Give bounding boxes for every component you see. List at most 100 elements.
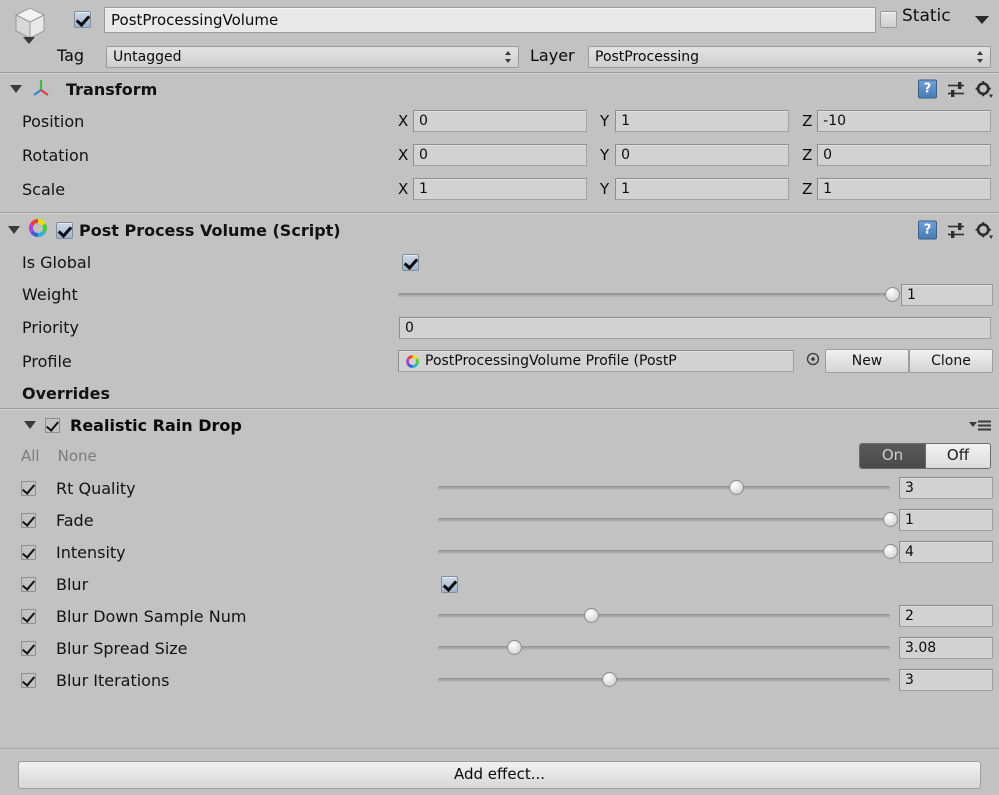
effect-menu-icon[interactable] [969, 419, 991, 432]
profile-picker-icon[interactable] [806, 352, 820, 370]
override-checkbox-intensity[interactable] [21, 544, 36, 560]
axis-z-label: Z [802, 146, 813, 164]
scale-x-input[interactable]: 1 [413, 178, 587, 200]
slider-intensity[interactable] [438, 543, 898, 561]
static-dropdown-arrow-icon[interactable] [975, 16, 989, 24]
static-label: Static [902, 6, 951, 26]
slider-knob[interactable] [507, 640, 523, 655]
profile-object-field[interactable]: PostProcessingVolume Profile (PostP [398, 350, 794, 372]
effect-foldout-triangle-icon[interactable] [24, 421, 36, 429]
slider-knob[interactable] [584, 608, 600, 623]
help-icon[interactable]: ? [918, 220, 937, 240]
gear-icon[interactable] [975, 80, 993, 98]
overrides-row: Overrides [0, 378, 999, 408]
slider-track [438, 614, 890, 618]
axis-z-label: Z [802, 180, 813, 198]
add-effect-button[interactable]: Add effect... [18, 761, 981, 789]
slider-knob[interactable] [602, 672, 618, 687]
priority-input[interactable]: 0 [399, 316, 991, 339]
override-checkbox-rt-quality[interactable] [21, 480, 36, 496]
scale-y-input[interactable]: 1 [615, 178, 789, 200]
chevron-updown-icon [977, 50, 984, 64]
profile-new-button[interactable]: New [825, 349, 909, 373]
none-button[interactable]: None [58, 447, 97, 465]
transform-header-icons: ? [918, 79, 993, 99]
profile-asset-icon [404, 353, 421, 370]
slider-knob[interactable] [882, 544, 898, 559]
value-checkbox-blur[interactable] [441, 575, 458, 593]
postprocess-component-header[interactable]: Post Process Volume (Script) ? [0, 214, 999, 246]
profile-value: PostProcessingVolume Profile (PostP [425, 352, 677, 369]
weight-slider-knob[interactable] [884, 286, 900, 302]
position-y-input[interactable]: 1 [615, 110, 789, 132]
value-input-blur-iterations[interactable]: 3 [899, 669, 993, 691]
gameobject-active-checkbox[interactable] [74, 11, 91, 28]
toggle-on-button[interactable]: On [860, 444, 925, 468]
rotation-z-input[interactable]: 0 [817, 144, 991, 166]
transform-component-header[interactable]: Transform ? [0, 74, 999, 104]
transform-foldout-triangle-icon[interactable] [10, 85, 22, 93]
override-checkbox-blur-down-sample-num[interactable] [21, 608, 36, 624]
preset-icon[interactable] [947, 80, 965, 98]
transform-scale-row: Scale X 1 Y 1 Z 1 [0, 172, 999, 206]
postprocess-title: Post Process Volume (Script) [79, 220, 341, 240]
all-button[interactable]: All [21, 447, 40, 465]
label-blur-down-sample-num: Blur Down Sample Num [56, 606, 247, 626]
slider-blur-iterations[interactable] [438, 671, 890, 689]
weight-input[interactable]: 1 [901, 283, 993, 306]
preset-icon[interactable] [947, 221, 965, 239]
tag-dropdown[interactable]: Untagged [106, 46, 519, 68]
position-label: Position [22, 111, 85, 131]
priority-label: Priority [22, 318, 79, 337]
profile-clone-button[interactable]: Clone [909, 349, 993, 373]
toggle-off-button[interactable]: Off [925, 444, 990, 468]
layer-dropdown[interactable]: PostProcessing [588, 46, 991, 68]
overrides-label: Overrides [22, 383, 110, 403]
slider-knob[interactable] [728, 480, 744, 495]
property-row-fade: Fade 1 [0, 504, 999, 536]
value-input-fade[interactable]: 1 [899, 509, 993, 531]
axis-x-label: X [398, 112, 409, 130]
position-x-input[interactable]: 0 [413, 110, 587, 132]
override-checkbox-blur[interactable] [21, 576, 36, 592]
rotation-label: Rotation [22, 145, 89, 165]
property-row-intensity: Intensity 4 [0, 536, 999, 568]
help-icon[interactable]: ? [918, 79, 937, 99]
transform-axis-icon [30, 76, 52, 102]
override-checkbox-blur-iterations[interactable] [21, 672, 36, 688]
postprocess-enabled-checkbox[interactable] [56, 221, 73, 239]
label-fade: Fade [56, 510, 94, 530]
slider-knob[interactable] [882, 512, 898, 527]
effect-header-realistic-rain-drop[interactable]: Realistic Rain Drop [0, 410, 999, 440]
value-input-blur-down-sample-num[interactable]: 2 [899, 605, 993, 627]
rotation-x-input[interactable]: 0 [413, 144, 587, 166]
label-rt-quality: Rt Quality [56, 478, 136, 498]
weight-slider[interactable] [398, 286, 900, 304]
value-input-intensity[interactable]: 4 [899, 541, 993, 563]
position-z-input[interactable]: -10 [817, 110, 991, 132]
slider-blur-spread-size[interactable] [438, 639, 890, 657]
value-input-blur-spread-size[interactable]: 3.08 [899, 637, 993, 659]
gear-icon[interactable] [975, 221, 993, 239]
profile-label: Profile [22, 351, 72, 371]
value-input-rt-quality[interactable]: 3 [899, 477, 993, 499]
postprocess-foldout-triangle-icon[interactable] [8, 226, 20, 234]
add-effect-area: Add effect... [0, 761, 999, 789]
slider-track [438, 550, 890, 554]
override-checkbox-blur-spread-size[interactable] [21, 640, 36, 656]
scale-label: Scale [22, 179, 66, 199]
property-row-blur-down-sample-num: Blur Down Sample Num 2 [0, 600, 999, 632]
static-checkbox[interactable] [880, 11, 897, 28]
on-off-toggle-group[interactable]: On Off [859, 443, 991, 469]
override-checkbox-fade[interactable] [21, 512, 36, 528]
effect-enabled-checkbox[interactable] [45, 417, 60, 433]
rotation-y-input[interactable]: 0 [615, 144, 789, 166]
gameobject-header: PostProcessingVolume Static [0, 0, 999, 44]
slider-fade[interactable] [438, 511, 898, 529]
slider-blur-down-sample-num[interactable] [438, 607, 890, 625]
slider-rt-quality[interactable] [438, 479, 890, 497]
scale-z-input[interactable]: 1 [817, 178, 991, 200]
axis-y-label: Y [600, 112, 610, 130]
is-global-checkbox[interactable] [402, 253, 419, 271]
gameobject-name-input[interactable]: PostProcessingVolume [104, 7, 876, 33]
